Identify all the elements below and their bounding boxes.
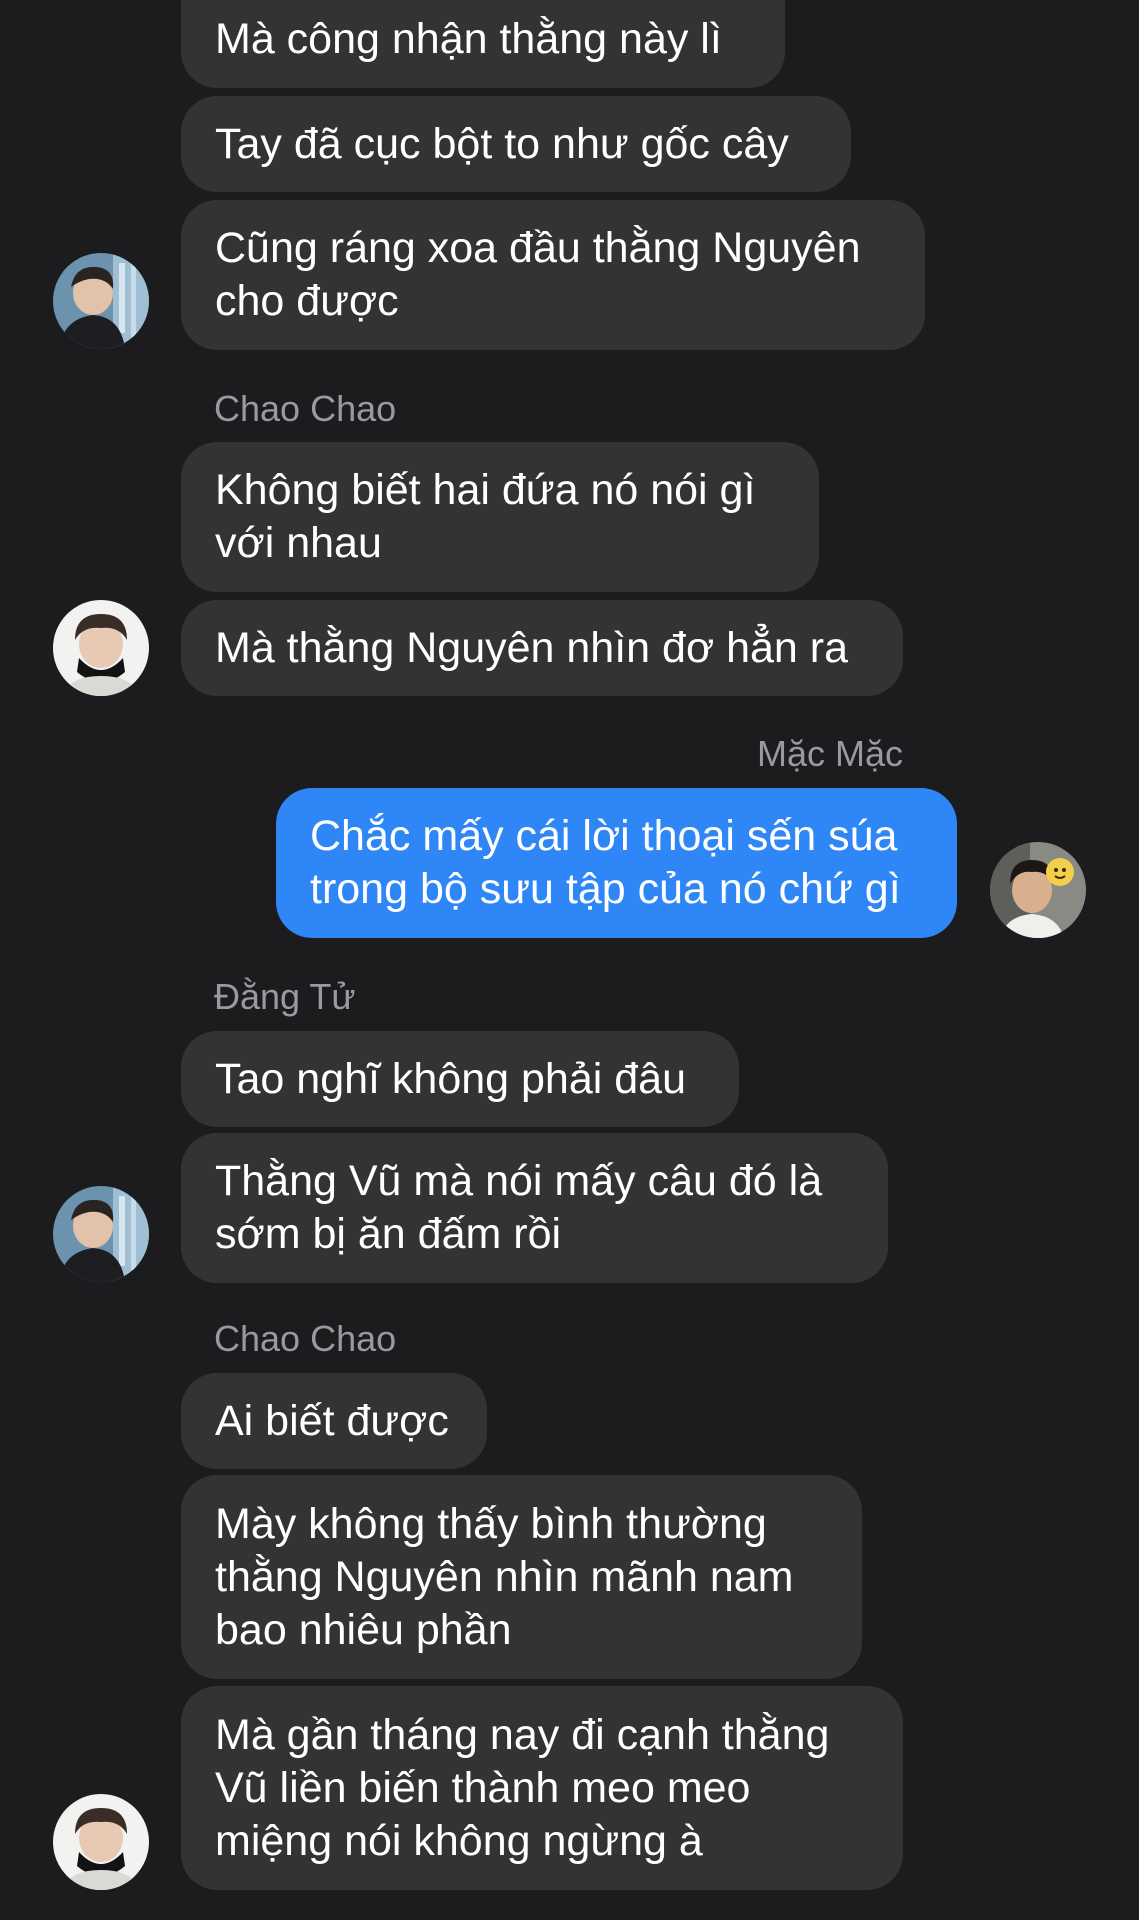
message-bubble[interactable]: Mà thằng Nguyên nhìn đơ hẳn ra — [181, 600, 903, 696]
message-text: bao nhiêu phần — [215, 1605, 512, 1654]
message-bubble[interactable]: Mày không thấy bình thường thằng Nguyên … — [181, 1475, 862, 1679]
message-text: Chắc mấy cái lời thoại sến súa — [310, 812, 898, 860]
avatar-dang-tu[interactable] — [53, 253, 149, 349]
sender-name: Đằng Tử — [214, 976, 356, 1017]
message-text: Không biết hai đứa nó nói gì — [215, 466, 756, 514]
sender-name: Chao Chao — [214, 388, 397, 429]
message-text: Mà thằng Nguyên nhìn đơ hẳn ra — [215, 623, 849, 672]
message-bubble[interactable]: Tay đã cục bột to như gốc cây — [181, 96, 851, 192]
message-bubble-outgoing[interactable]: Chắc mấy cái lời thoại sến súa trong bộ … — [276, 788, 957, 938]
sender-name: Chao Chao — [214, 1318, 397, 1359]
message-bubble[interactable]: Cũng ráng xoa đầu thằng Nguyên cho được — [181, 200, 925, 350]
message-text: Tay đã cục bột to như gốc cây — [215, 119, 789, 168]
message-bubble[interactable]: Mà gần tháng nay đi cạnh thằng Vũ liền b… — [181, 1686, 903, 1890]
message-text: Cũng ráng xoa đầu thằng Nguyên — [215, 224, 861, 272]
chat-screen: { "conversation": { "senders": { "chao":… — [0, 0, 1139, 1920]
message-bubble[interactable]: Thằng Vũ mà nói mấy câu đó là sớm bị ăn … — [181, 1133, 888, 1283]
message-text: Thằng Vũ mà nói mấy câu đó là — [215, 1157, 823, 1205]
message-text: Vũ liền biến thành meo meo — [215, 1763, 751, 1812]
message-text: trong bộ sưu tập của nó chứ gì — [310, 865, 901, 913]
avatar-chao-chao[interactable] — [53, 1794, 149, 1890]
message-text: Mà gần tháng nay đi cạnh thằng — [215, 1710, 830, 1759]
message-text: thằng Nguyên nhìn mãnh nam — [215, 1552, 794, 1601]
message-text: sớm bị ăn đấm rồi — [215, 1210, 562, 1258]
message-bubble[interactable]: Mà công nhận thằng này lì — [181, 0, 785, 88]
message-text: Mà công nhận thằng này lì — [215, 14, 722, 63]
avatar-dang-tu[interactable] — [53, 1186, 149, 1282]
message-bubble[interactable]: Không biết hai đứa nó nói gì với nhau — [181, 442, 819, 592]
avatar-mac-mac[interactable] — [990, 842, 1086, 938]
avatar-chao-chao[interactable] — [53, 600, 149, 696]
message-bubble[interactable]: Tao nghĩ không phải đâu — [181, 1031, 739, 1127]
message-bubble[interactable]: Ai biết được — [181, 1373, 487, 1469]
message-text: Tao nghĩ không phải đâu — [215, 1054, 687, 1103]
message-text: Ai biết được — [215, 1396, 449, 1445]
message-text: cho được — [215, 277, 399, 325]
message-text: Mày không thấy bình thường — [215, 1499, 767, 1548]
message-text: miệng nói không ngừng à — [215, 1816, 703, 1865]
message-text: với nhau — [215, 519, 382, 567]
sender-name: Mặc Mặc — [757, 733, 904, 774]
